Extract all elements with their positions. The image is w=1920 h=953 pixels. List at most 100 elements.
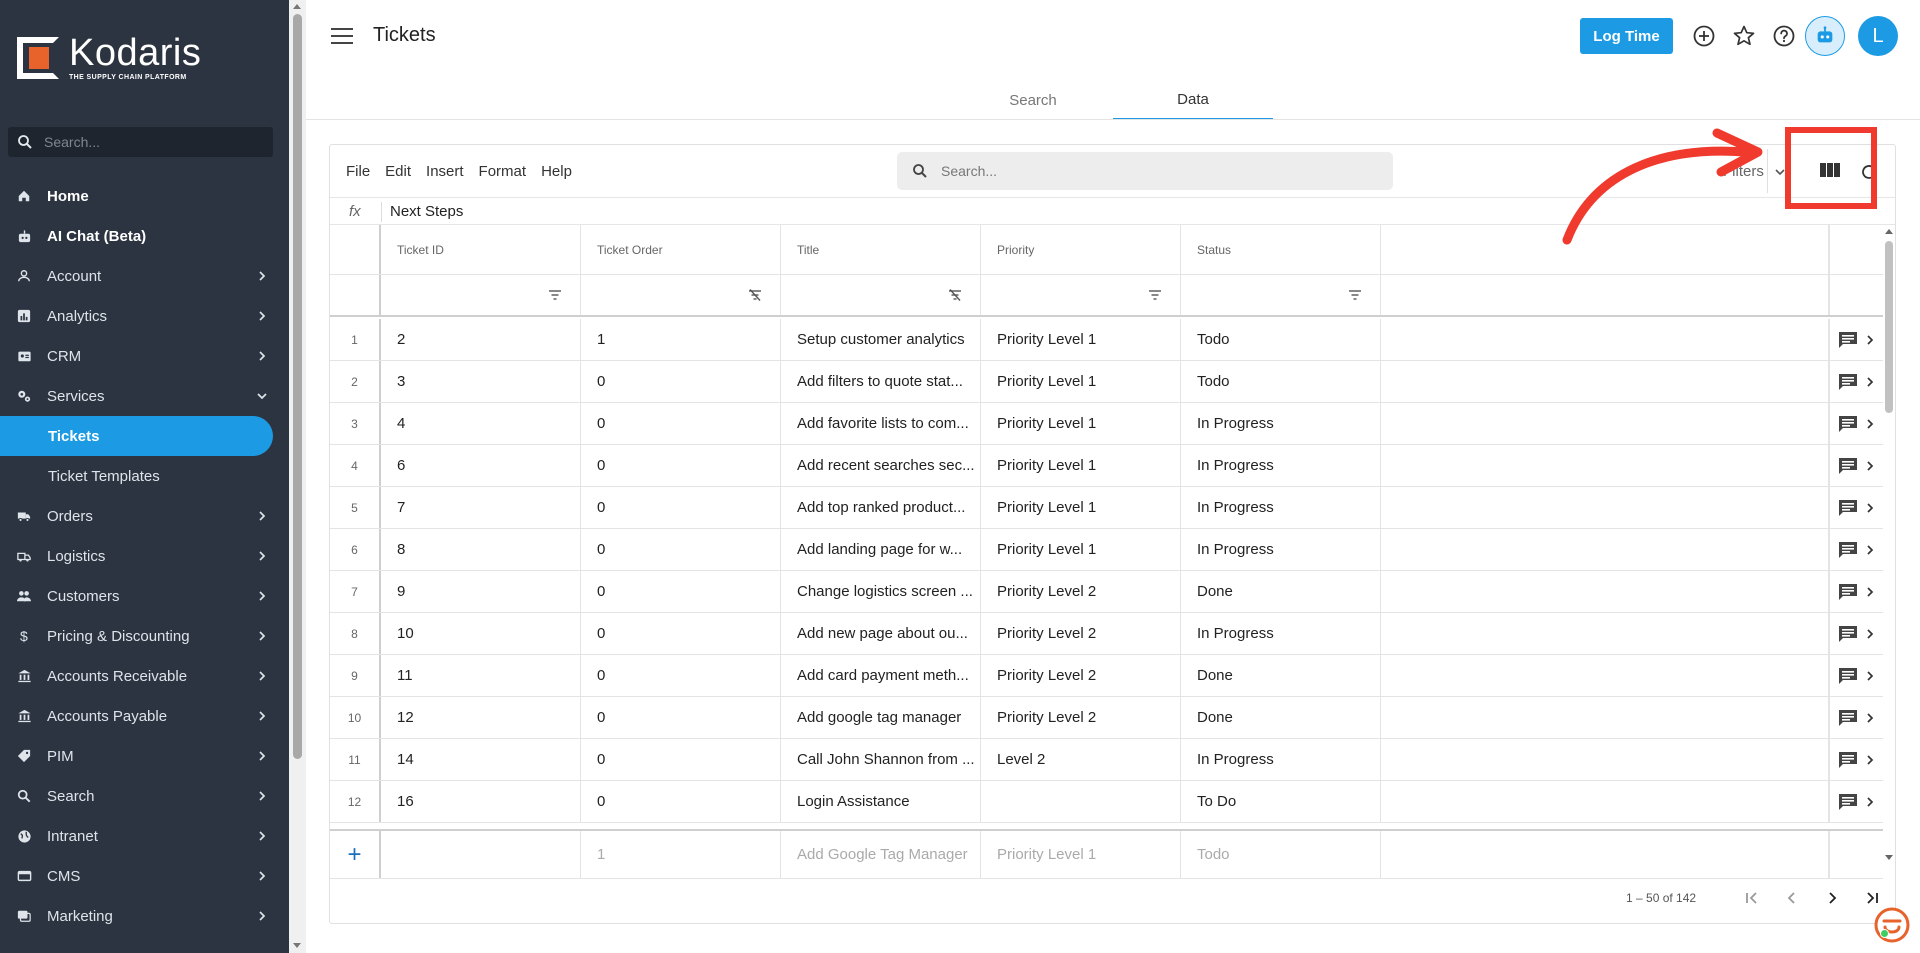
cell-priority[interactable]: Level 2 (981, 739, 1181, 780)
new-row-priority[interactable]: Priority Level 1 (981, 831, 1181, 878)
previous-page-icon[interactable] (1783, 889, 1801, 907)
menu-format[interactable]: Format (479, 163, 527, 180)
table-row[interactable]: 6 8 0 Add landing page for w... Priority Lev… (330, 529, 1883, 571)
comment-icon[interactable] (1838, 499, 1858, 517)
chevron-right-icon[interactable] (1864, 376, 1876, 388)
cell-empty[interactable] (1381, 529, 1829, 570)
cell-title[interactable]: Add card payment meth... (781, 655, 981, 696)
cell-status[interactable]: To Do (1181, 781, 1381, 822)
sidebar-item-accounts-receivable[interactable]: Accounts Receivable (0, 656, 289, 696)
table-row[interactable]: 8 10 0 Add new page about ou... Priority Lev… (330, 613, 1883, 655)
menu-edit[interactable]: Edit (385, 163, 411, 180)
cell-priority[interactable]: Priority Level 1 (981, 403, 1181, 444)
first-page-icon[interactable] (1743, 889, 1761, 907)
sidebar-item-ticket-templates[interactable]: Ticket Templates (0, 456, 289, 496)
column-filter-off-icon[interactable] (948, 289, 962, 301)
cell-title[interactable]: Call John Shannon from ... (781, 739, 981, 780)
cell-id[interactable]: 12 (381, 697, 581, 738)
cell-status[interactable]: Todo (1181, 361, 1381, 402)
column-header-priority[interactable]: Priority (981, 225, 1181, 274)
chevron-right-icon[interactable] (1864, 796, 1876, 808)
sidebar-search-input[interactable] (44, 134, 244, 150)
cell-id[interactable]: 14 (381, 739, 581, 780)
cell-title[interactable]: Add landing page for w... (781, 529, 981, 570)
cell-status[interactable]: Todo (1181, 319, 1381, 360)
comment-icon[interactable] (1838, 541, 1858, 559)
avatar[interactable]: L (1858, 16, 1898, 56)
add-row-button[interactable]: + (330, 831, 381, 878)
cell-order[interactable]: 0 (581, 697, 781, 738)
sidebar-item-accounts-payable[interactable]: Accounts Payable (0, 696, 289, 736)
cell-priority[interactable]: Priority Level 1 (981, 487, 1181, 528)
sidebar-item-account[interactable]: Account (0, 256, 289, 296)
comment-icon[interactable] (1838, 415, 1858, 433)
table-row[interactable]: 9 11 0 Add card payment meth... Priority Lev… (330, 655, 1883, 697)
sidebar-item-tickets[interactable]: Tickets (0, 416, 273, 456)
column-header-ticket-id[interactable]: Ticket ID (381, 225, 581, 274)
comment-icon[interactable] (1838, 709, 1858, 727)
table-row[interactable]: 2 3 0 Add filters to quote stat... Priority … (330, 361, 1883, 403)
cell-status[interactable]: In Progress (1181, 613, 1381, 654)
chevron-right-icon[interactable] (1864, 418, 1876, 430)
new-row-status[interactable]: Todo (1181, 831, 1381, 878)
cell-empty[interactable] (1381, 697, 1829, 738)
chevron-right-icon[interactable] (1864, 712, 1876, 724)
cell-order[interactable]: 0 (581, 487, 781, 528)
sidebar-item-analytics[interactable]: Analytics (0, 296, 289, 336)
cell-priority[interactable]: Priority Level 1 (981, 361, 1181, 402)
new-row-title[interactable]: Add Google Tag Manager (781, 831, 981, 878)
cell-order[interactable]: 1 (581, 319, 781, 360)
cell-priority[interactable]: Priority Level 1 (981, 529, 1181, 570)
add-circle-icon[interactable] (1692, 24, 1716, 48)
comment-icon[interactable] (1838, 793, 1858, 811)
cell-status[interactable]: In Progress (1181, 739, 1381, 780)
cell-status[interactable]: In Progress (1181, 487, 1381, 528)
cell-priority[interactable] (981, 781, 1181, 822)
table-row[interactable]: 7 9 0 Change logistics screen ... Priority L… (330, 571, 1883, 613)
cell-id[interactable]: 4 (381, 403, 581, 444)
table-row[interactable]: 10 12 0 Add google tag manager Priority Leve… (330, 697, 1883, 739)
cell-title[interactable]: Add favorite lists to com... (781, 403, 981, 444)
sidebar-item-search[interactable]: Search (0, 776, 289, 816)
cell-order[interactable]: 0 (581, 445, 781, 486)
column-filter-icon[interactable] (1348, 289, 1362, 301)
cell-status[interactable]: In Progress (1181, 445, 1381, 486)
sidebar-item-pim[interactable]: PIM (0, 736, 289, 776)
comment-icon[interactable] (1838, 667, 1858, 685)
chevron-right-icon[interactable] (1864, 544, 1876, 556)
grid-scrollbar[interactable] (1883, 225, 1895, 865)
cell-status[interactable]: Done (1181, 571, 1381, 612)
cell-id[interactable]: 3 (381, 361, 581, 402)
comment-icon[interactable] (1838, 457, 1858, 475)
cell-title[interactable]: Login Assistance (781, 781, 981, 822)
sidebar-item-ai-chat-beta[interactable]: AI Chat (Beta) (0, 216, 289, 256)
cell-title[interactable]: Add top ranked product... (781, 487, 981, 528)
table-row[interactable]: 3 4 0 Add favorite lists to com... Priority … (330, 403, 1883, 445)
table-row[interactable]: 12 16 0 Login Assistance To Do (330, 781, 1883, 823)
formula-value[interactable]: Next Steps (390, 203, 463, 220)
cell-id[interactable]: 6 (381, 445, 581, 486)
cell-priority[interactable]: Priority Level 2 (981, 697, 1181, 738)
sidebar-item-customers[interactable]: Customers (0, 576, 289, 616)
sheet-search[interactable] (897, 152, 1393, 190)
sidebar-item-services[interactable]: Services (0, 376, 289, 416)
support-chat-icon[interactable] (1872, 905, 1912, 945)
menu-file[interactable]: File (346, 163, 370, 180)
cell-empty[interactable] (1381, 361, 1829, 402)
sidebar-item-pricing-discounting[interactable]: $ Pricing & Discounting (0, 616, 289, 656)
cell-id[interactable]: 9 (381, 571, 581, 612)
log-time-button[interactable]: Log Time (1580, 18, 1673, 54)
sidebar-item-cms[interactable]: CMS (0, 856, 289, 896)
chevron-right-icon[interactable] (1864, 754, 1876, 766)
menu-insert[interactable]: Insert (426, 163, 464, 180)
star-icon[interactable] (1732, 24, 1756, 48)
sidebar-item-home[interactable]: Home (0, 176, 289, 216)
hamburger-menu-icon[interactable] (331, 28, 353, 46)
cell-id[interactable]: 2 (381, 319, 581, 360)
cell-id[interactable]: 10 (381, 613, 581, 654)
table-row[interactable]: 5 7 0 Add top ranked product... Priority Lev… (330, 487, 1883, 529)
cell-empty[interactable] (1381, 613, 1829, 654)
chevron-right-icon[interactable] (1864, 502, 1876, 514)
next-page-icon[interactable] (1823, 889, 1841, 907)
table-row[interactable]: 11 14 0 Call John Shannon from ... Level 2 In… (330, 739, 1883, 781)
